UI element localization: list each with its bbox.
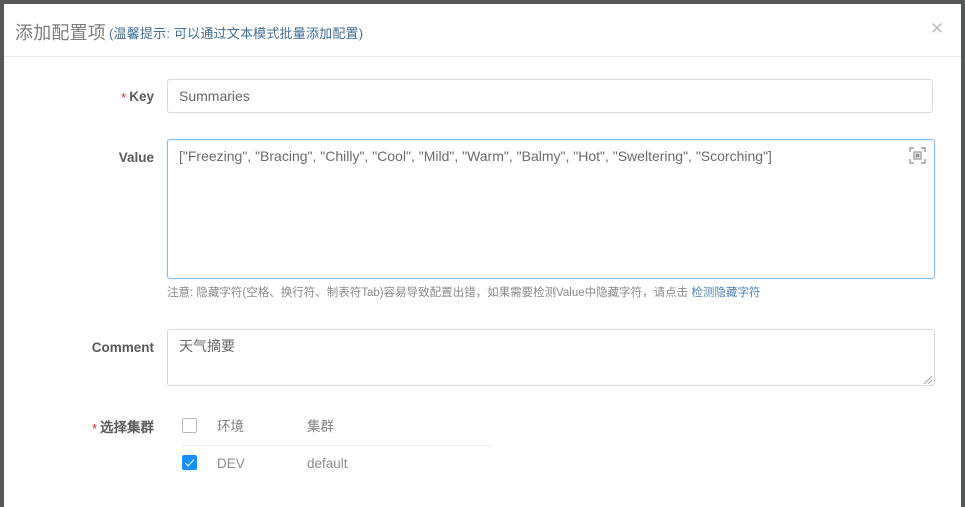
cluster-table-header: 环境 集群 [182,409,492,446]
comment-textarea[interactable]: 天气摘要 [167,329,935,386]
column-header-env: 环境 [217,419,244,434]
value-label-text: Value [118,150,154,165]
detect-hidden-chars-link[interactable]: 检测隐藏字符 [691,287,760,299]
cluster-required-mark: * [91,421,97,436]
modal-title-text: 添加配置项 [15,23,106,43]
value-hint-text: 注意: 隐藏字符(空格、换行符、制表符Tab)容易导致配置出错，如果需要检测Va… [167,287,689,299]
modal-dialog: 添加配置项(温馨提示: 可以通过文本模式批量添加配置) ✕ *Key Value [4,4,961,507]
key-required-mark: * [121,90,127,105]
comment-label: Comment [4,338,154,358]
close-icon[interactable]: ✕ [926,18,948,40]
fullscreen-expand-icon[interactable] [909,147,926,164]
value-label: Value [4,148,154,168]
table-row[interactable]: DEV default [182,446,492,482]
modal-title: 添加配置项 (温馨提示: 可以通过文本模式批量添加配置) [15,19,363,45]
cluster-table: 环境 集群 DEV default [182,409,492,482]
row-checkbox[interactable] [182,455,197,470]
comment-label-text: Comment [91,340,154,355]
cluster-row-checkbox-cell [182,455,200,470]
cluster-label-text: 选择集群 [100,420,154,435]
cluster-label: * 选择集群 [4,418,154,439]
value-textarea[interactable]: ["Freezing", "Bracing", "Chilly", "Cool"… [167,139,935,279]
cell-cluster: default [307,456,348,471]
key-input[interactable] [167,79,933,113]
value-hint: 注意: 隐藏字符(空格、换行符、制表符Tab)容易导致配置出错，如果需要检测Va… [167,285,760,301]
modal-body: *Key Value ["Freezing", "Bracing", "Chil… [4,57,961,507]
window-frame: 添加配置项(温馨提示: 可以通过文本模式批量添加配置) ✕ *Key Value [0,0,965,507]
column-header-cluster: 集群 [307,419,334,434]
cluster-select-all-cell [182,418,200,433]
modal-title-tip: (温馨提示: 可以通过文本模式批量添加配置) [109,26,364,41]
select-all-checkbox[interactable] [182,418,197,433]
modal-header: 添加配置项 (温馨提示: 可以通过文本模式批量添加配置) ✕ [4,4,961,57]
cell-env: DEV [217,456,245,471]
key-label: * Key [4,87,154,108]
key-label-text: Key [129,89,154,104]
